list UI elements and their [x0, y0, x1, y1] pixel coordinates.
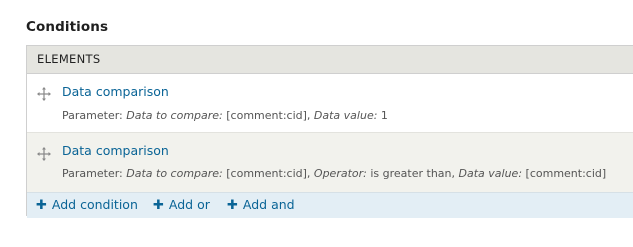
- parameter-key: Data to compare:: [126, 167, 223, 180]
- plus-icon: ✚: [36, 198, 47, 213]
- parameter-key: Data value:: [458, 167, 523, 180]
- parameter-key: Operator:: [313, 167, 367, 180]
- plus-icon: ✚: [227, 198, 238, 213]
- parameter-value: [comment:cid],: [226, 109, 311, 122]
- add-or-label: Add or: [168, 197, 210, 212]
- move-icon[interactable]: [37, 86, 51, 101]
- condition-link[interactable]: Data comparison: [62, 84, 169, 99]
- condition-link[interactable]: Data comparison: [62, 143, 169, 158]
- table-row: Data comparison Parameter: Data to compa…: [27, 74, 633, 133]
- move-icon[interactable]: [37, 146, 51, 161]
- add-and-label: Add and: [242, 197, 295, 212]
- add-and-button[interactable]: ✚ Add and: [227, 197, 295, 213]
- table-row: Data comparison Parameter: Data to compa…: [27, 133, 633, 192]
- table-header: ELEMENTS: [27, 46, 633, 74]
- parameter-key: Data value:: [313, 109, 378, 122]
- add-condition-button[interactable]: ✚ Add condition: [36, 197, 138, 213]
- parameter-label: Parameter:: [62, 167, 123, 180]
- conditions-section: Conditions ELEMENTS Data comparison Para…: [0, 0, 633, 247]
- section-title: Conditions: [26, 19, 109, 35]
- table-actions: ✚ Add condition ✚ Add or ✚ Add and: [27, 192, 633, 218]
- parameter-value: 1: [380, 109, 388, 122]
- condition-parameters: Parameter: Data to compare: [comment:cid…: [62, 109, 388, 122]
- parameter-value: is greater than,: [370, 167, 456, 180]
- parameter-value: [comment:cid],: [226, 167, 311, 180]
- add-or-button[interactable]: ✚ Add or: [153, 197, 210, 213]
- add-condition-label: Add condition: [51, 197, 138, 212]
- parameter-label: Parameter:: [62, 109, 123, 122]
- condition-parameters: Parameter: Data to compare: [comment:cid…: [62, 167, 606, 180]
- parameter-key: Data to compare:: [126, 109, 223, 122]
- parameter-value: [comment:cid]: [525, 167, 607, 180]
- plus-icon: ✚: [153, 198, 164, 213]
- elements-table: ELEMENTS Data comparison Parameter: Data…: [26, 45, 633, 218]
